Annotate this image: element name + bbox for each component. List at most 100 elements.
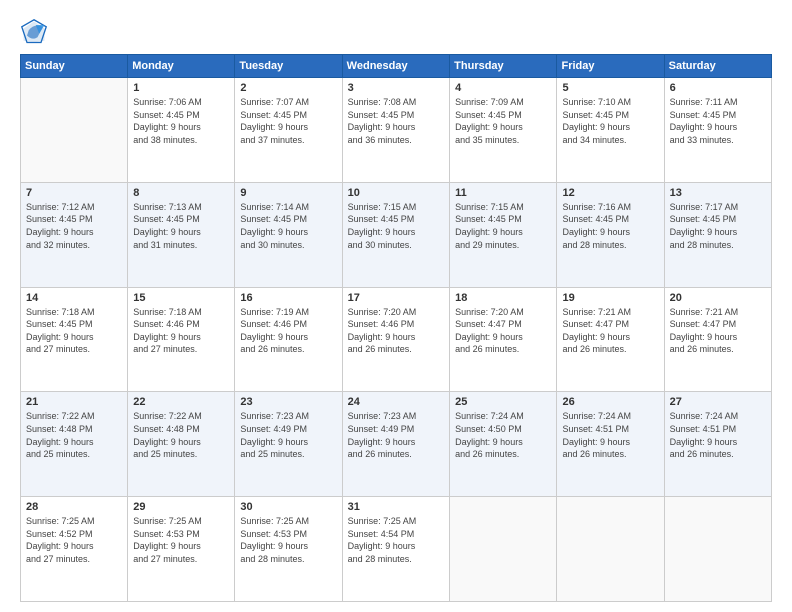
day-number: 30 [240,501,336,513]
calendar-cell: 16 Sunrise: 7:19 AM Sunset: 4:46 PM Dayli… [235,287,342,392]
calendar-cell: 3Sunrise: 7:08 AM Sunset: 4:45 PM Daylig… [342,78,449,183]
day-info: Sunrise: 7:23 AM Sunset: 4:49 PM Dayligh… [348,410,444,460]
day-info: Sunrise: 7:12 AM Sunset: 4:45 PM Dayligh… [26,201,122,251]
day-info: Sunrise: 7:25 AM Sunset: 4:53 PM Dayligh… [240,515,336,565]
calendar-cell: 27 Sunrise: 7:24 AM Sunset: 4:51 PM Dayli… [664,392,771,497]
calendar-cell: 6 Sunrise: 7:11 AM Sunset: 4:45 PM Daylig… [664,78,771,183]
calendar-cell: 25 Sunrise: 7:24 AM Sunset: 4:50 PM Dayli… [450,392,557,497]
day-number: 15 [133,292,229,304]
calendar-cell: 26Sunrise: 7:24 AM Sunset: 4:51 PM Dayli… [557,392,664,497]
calendar-week-2: 7 Sunrise: 7:12 AM Sunset: 4:45 PM Daylig… [21,182,772,287]
calendar-cell: 11 Sunrise: 7:15 AM Sunset: 4:45 PM Dayli… [450,182,557,287]
day-number: 12 [562,187,658,199]
day-number: 1 [133,82,229,94]
day-info: Sunrise: 7:09 AM Sunset: 4:45 PM Dayligh… [455,96,551,146]
day-info: Sunrise: 7:15 AM Sunset: 4:45 PM Dayligh… [348,201,444,251]
day-info: Sunrise: 7:18 AM Sunset: 4:45 PM Dayligh… [26,306,122,356]
day-number: 11 [455,187,551,199]
day-info: Sunrise: 7:21 AM Sunset: 4:47 PM Dayligh… [670,306,766,356]
day-info: Sunrise: 7:22 AM Sunset: 4:48 PM Dayligh… [133,410,229,460]
calendar-cell: 12 Sunrise: 7:16 AM Sunset: 4:45 PM Dayli… [557,182,664,287]
calendar-cell [450,497,557,602]
calendar-week-3: 14 Sunrise: 7:18 AM Sunset: 4:45 PM Dayli… [21,287,772,392]
day-header-thursday: Thursday [450,55,557,78]
day-number: 23 [240,396,336,408]
calendar-cell: 1 Sunrise: 7:06 AM Sunset: 4:45 PM Daylig… [128,78,235,183]
day-number: 25 [455,396,551,408]
day-info: Sunrise: 7:25 AM Sunset: 4:53 PM Dayligh… [133,515,229,565]
day-info: Sunrise: 7:20 AM Sunset: 4:47 PM Dayligh… [455,306,551,356]
day-number: 3 [348,82,444,94]
day-number: 27 [670,396,766,408]
calendar-cell: 24 Sunrise: 7:23 AM Sunset: 4:49 PM Dayli… [342,392,449,497]
calendar-cell: 29 Sunrise: 7:25 AM Sunset: 4:53 PM Dayli… [128,497,235,602]
day-number: 9 [240,187,336,199]
day-header-monday: Monday [128,55,235,78]
day-info: Sunrise: 7:10 AM Sunset: 4:45 PM Dayligh… [562,96,658,146]
day-number: 21 [26,396,122,408]
day-info: Sunrise: 7:24 AM Sunset: 4:51 PM Dayligh… [562,410,658,460]
calendar-cell: 2 Sunrise: 7:07 AM Sunset: 4:45 PM Daylig… [235,78,342,183]
day-number: 2 [240,82,336,94]
calendar-cell: 13Sunrise: 7:17 AM Sunset: 4:45 PM Dayli… [664,182,771,287]
calendar-cell [557,497,664,602]
day-info: Sunrise: 7:19 AM Sunset: 4:46 PM Dayligh… [240,306,336,356]
day-info: Sunrise: 7:24 AM Sunset: 4:50 PM Dayligh… [455,410,551,460]
day-number: 29 [133,501,229,513]
day-info: Sunrise: 7:07 AM Sunset: 4:45 PM Dayligh… [240,96,336,146]
day-number: 19 [562,292,658,304]
day-info: Sunrise: 7:24 AM Sunset: 4:51 PM Dayligh… [670,410,766,460]
day-number: 6 [670,82,766,94]
header [20,18,772,46]
day-number: 7 [26,187,122,199]
day-number: 14 [26,292,122,304]
calendar-week-1: 1 Sunrise: 7:06 AM Sunset: 4:45 PM Daylig… [21,78,772,183]
day-number: 4 [455,82,551,94]
day-info: Sunrise: 7:14 AM Sunset: 4:45 PM Dayligh… [240,201,336,251]
calendar-cell: 7 Sunrise: 7:12 AM Sunset: 4:45 PM Daylig… [21,182,128,287]
calendar-cell: 14 Sunrise: 7:18 AM Sunset: 4:45 PM Dayli… [21,287,128,392]
day-number: 8 [133,187,229,199]
calendar: SundayMondayTuesdayWednesdayThursdayFrid… [20,54,772,602]
calendar-week-5: 28Sunrise: 7:25 AM Sunset: 4:52 PM Dayli… [21,497,772,602]
day-info: Sunrise: 7:20 AM Sunset: 4:46 PM Dayligh… [348,306,444,356]
calendar-cell: 15Sunrise: 7:18 AM Sunset: 4:46 PM Dayli… [128,287,235,392]
day-header-sunday: Sunday [21,55,128,78]
page: SundayMondayTuesdayWednesdayThursdayFrid… [0,0,792,612]
calendar-cell: 10Sunrise: 7:15 AM Sunset: 4:45 PM Dayli… [342,182,449,287]
calendar-cell: 21Sunrise: 7:22 AM Sunset: 4:48 PM Dayli… [21,392,128,497]
calendar-week-4: 21 Sunrise: 7:22 AM Sunset: 4:48 PM Dayli… [21,392,772,497]
logo-icon [20,18,48,46]
day-number: 13 [670,187,766,199]
day-number: 16 [240,292,336,304]
day-number: 24 [348,396,444,408]
calendar-cell [21,78,128,183]
calendar-cell: 22Sunrise: 7:22 AM Sunset: 4:48 PM Dayli… [128,392,235,497]
day-header-friday: Friday [557,55,664,78]
day-number: 17 [348,292,444,304]
day-info: Sunrise: 7:11 AM Sunset: 4:45 PM Dayligh… [670,96,766,146]
day-info: Sunrise: 7:06 AM Sunset: 4:45 PM Dayligh… [133,96,229,146]
calendar-cell: 30 Sunrise: 7:25 AM Sunset: 4:53 PM Dayli… [235,497,342,602]
day-info: Sunrise: 7:25 AM Sunset: 4:52 PM Dayligh… [26,515,122,565]
calendar-cell: 17 Sunrise: 7:20 AM Sunset: 4:46 PM Dayli… [342,287,449,392]
calendar-cell: 8 Sunrise: 7:13 AM Sunset: 4:45 PM Daylig… [128,182,235,287]
day-header-saturday: Saturday [664,55,771,78]
day-info: Sunrise: 7:15 AM Sunset: 4:45 PM Dayligh… [455,201,551,251]
calendar-cell: 9 Sunrise: 7:14 AM Sunset: 4:45 PM Daylig… [235,182,342,287]
day-info: Sunrise: 7:16 AM Sunset: 4:45 PM Dayligh… [562,201,658,251]
calendar-header-row: SundayMondayTuesdayWednesdayThursdayFrid… [21,55,772,78]
day-info: Sunrise: 7:13 AM Sunset: 4:45 PM Dayligh… [133,201,229,251]
calendar-cell: 5Sunrise: 7:10 AM Sunset: 4:45 PM Daylig… [557,78,664,183]
calendar-cell: 18 Sunrise: 7:20 AM Sunset: 4:47 PM Dayli… [450,287,557,392]
calendar-cell: 28Sunrise: 7:25 AM Sunset: 4:52 PM Dayli… [21,497,128,602]
calendar-cell: 23Sunrise: 7:23 AM Sunset: 4:49 PM Dayli… [235,392,342,497]
calendar-cell: 19 Sunrise: 7:21 AM Sunset: 4:47 PM Dayli… [557,287,664,392]
day-header-wednesday: Wednesday [342,55,449,78]
logo [20,18,52,46]
day-header-tuesday: Tuesday [235,55,342,78]
day-info: Sunrise: 7:21 AM Sunset: 4:47 PM Dayligh… [562,306,658,356]
day-number: 20 [670,292,766,304]
calendar-cell [664,497,771,602]
day-number: 18 [455,292,551,304]
